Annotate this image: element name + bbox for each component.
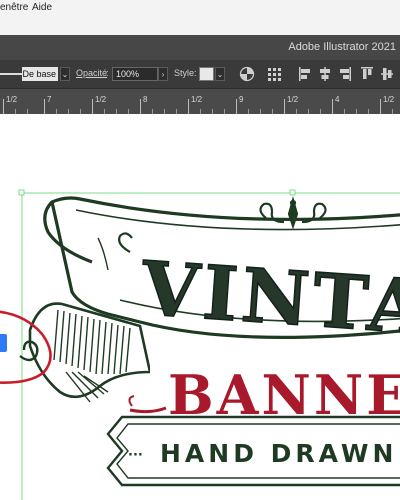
ruler-label: 4 — [335, 95, 340, 104]
recolor-artwork-icon[interactable] — [239, 66, 255, 82]
app-title-bar: Adobe Illustrator 2021 — [0, 35, 400, 60]
app-title: Adobe Illustrator 2021 — [288, 41, 396, 53]
align-vertical-center-icon[interactable] — [380, 66, 396, 82]
align-right-icon[interactable] — [338, 66, 354, 82]
opacity-label[interactable]: Opacité — [76, 68, 107, 78]
menu-help[interactable]: Aide — [32, 2, 52, 13]
collapsed-panel-tab[interactable] — [0, 334, 7, 352]
profile-dropdown-icon[interactable]: ⌄ — [60, 67, 70, 81]
ruler-label: 9 — [239, 95, 244, 104]
ruler-label: 1/2 — [6, 95, 18, 104]
horizontal-ruler[interactable]: 1/2 7 1/2 8 1/2 9 1/2 4 1/2 — [0, 88, 400, 115]
selection-handle[interactable] — [18, 189, 25, 196]
vintage-banner-artwork[interactable]: VINTAGE BANNER ··· HAND DRAWN — [0, 114, 400, 500]
ruler-label: 1/2 — [191, 95, 203, 104]
menu-window[interactable]: enêtre — [0, 2, 28, 13]
align-top-icon[interactable] — [360, 66, 376, 82]
ruler-label: 8 — [143, 95, 148, 104]
align-to-selection-icon[interactable] — [267, 66, 283, 82]
artboard-canvas[interactable]: VINTAGE BANNER ··· HAND DRAWN — [0, 114, 400, 500]
selection-handle[interactable] — [289, 189, 296, 196]
stroke-preview — [0, 73, 22, 75]
ruler-label: 1/2 — [95, 95, 107, 104]
style-label: Style — [174, 68, 195, 78]
artwork-title-hand-drawn: HAND DRAWN — [160, 439, 397, 468]
ruler-label: 1/2 — [287, 95, 299, 104]
artwork-title-vintage: VINTAGE — [138, 246, 400, 361]
align-left-icon[interactable] — [298, 66, 314, 82]
svg-text:···: ··· — [128, 448, 143, 463]
menu-bar: enêtre Aide — [0, 0, 400, 35]
variable-width-profile[interactable]: De base — [22, 67, 58, 81]
style-dropdown-icon[interactable]: ⌄ — [215, 67, 225, 81]
ruler-label: 1/2 — [383, 95, 395, 104]
opacity-dropdown-icon[interactable]: › — [158, 67, 168, 81]
opacity-input[interactable]: 100% — [112, 67, 158, 81]
control-toolbar: De base ⌄ Opacité : 100% › Style : ⌄ — [0, 60, 400, 88]
graphic-style-swatch[interactable] — [199, 67, 214, 81]
align-horizontal-center-icon[interactable] — [318, 66, 334, 82]
ruler-label: 7 — [47, 95, 52, 104]
